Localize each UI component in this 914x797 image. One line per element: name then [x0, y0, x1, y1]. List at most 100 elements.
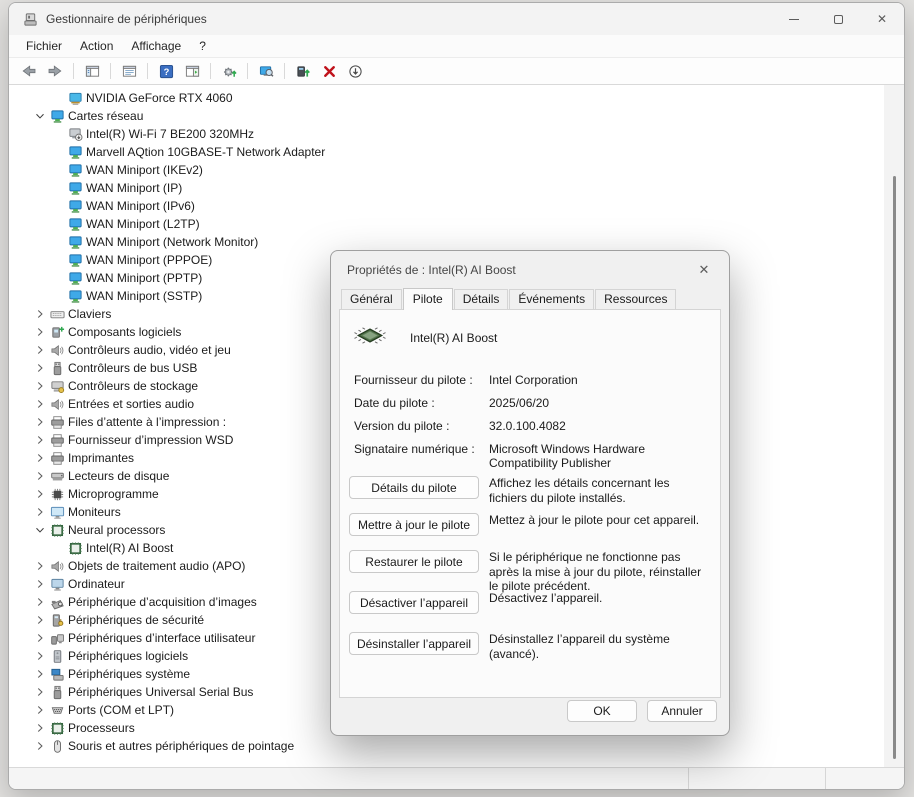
expand-chevron-icon[interactable] — [31, 593, 49, 611]
menu-action[interactable]: Action — [71, 36, 122, 56]
expand-chevron-icon[interactable] — [31, 377, 49, 395]
network-icon — [49, 108, 65, 124]
expand-chevron-icon[interactable] — [31, 503, 49, 521]
tree-item[interactable]: WAN Miniport (IPv6) — [9, 197, 882, 215]
tree-item-label: Contrôleurs audio, vidéo et jeu — [68, 343, 231, 357]
expand-chevron-icon[interactable] — [31, 449, 49, 467]
menu-?[interactable]: ? — [190, 36, 215, 56]
maximize-icon — [834, 15, 843, 24]
tree-item[interactable]: Souris et autres périphériques de pointa… — [9, 737, 882, 755]
chip-device-icon — [352, 325, 388, 352]
chevron-spacer — [49, 287, 67, 305]
network-icon — [67, 144, 83, 160]
expand-chevron-icon[interactable] — [31, 719, 49, 737]
tree-item-label: Périphériques système — [68, 667, 190, 681]
system-device-icon — [49, 666, 65, 682]
software-component-icon — [49, 324, 65, 340]
tree-item-label: Neural processors — [68, 523, 165, 537]
tree-item[interactable]: Intel(R) Wi-Fi 7 BE200 320MHz — [9, 125, 882, 143]
expand-chevron-icon[interactable] — [31, 629, 49, 647]
expand-chevron-icon[interactable] — [31, 557, 49, 575]
tree-item[interactable]: WAN Miniport (L2TP) — [9, 215, 882, 233]
uninstall-device-button[interactable] — [317, 60, 341, 82]
action-pane-button[interactable] — [180, 60, 204, 82]
field-label: Signataire numérique : — [354, 442, 489, 470]
expand-chevron-icon[interactable] — [31, 737, 49, 755]
help-button[interactable]: ? — [154, 60, 178, 82]
toolbar-separator — [247, 63, 248, 79]
tree-item[interactable]: WAN Miniport (IKEv2) — [9, 161, 882, 179]
expand-chevron-icon[interactable] — [31, 611, 49, 629]
field-label: Version du pilote : — [354, 419, 489, 433]
tree-item[interactable]: Marvell AQtion 10GBASE-T Network Adapter — [9, 143, 882, 161]
menu-affichage[interactable]: Affichage — [122, 36, 190, 56]
expand-chevron-icon[interactable] — [31, 647, 49, 665]
chevron-spacer — [49, 143, 67, 161]
tree-item[interactable]: NVIDIA GeForce RTX 4060 — [9, 89, 882, 107]
expand-chevron-icon[interactable] — [31, 575, 49, 593]
properties-button[interactable] — [117, 60, 141, 82]
network-icon — [67, 270, 83, 286]
expand-chevron-icon[interactable] — [31, 521, 49, 539]
field-label: Fournisseur du pilote : — [354, 373, 489, 387]
disable-device-button[interactable] — [343, 60, 367, 82]
network-icon — [67, 288, 83, 304]
driver-action-button[interactable]: Mettre à jour le pilote — [349, 513, 479, 536]
expand-chevron-icon[interactable] — [31, 683, 49, 701]
expand-chevron-icon[interactable] — [31, 323, 49, 341]
driver-action-button[interactable]: Détails du pilote — [349, 476, 479, 499]
expand-chevron-icon[interactable] — [31, 413, 49, 431]
close-button[interactable]: ✕ — [860, 3, 904, 35]
expand-chevron-icon[interactable] — [31, 431, 49, 449]
close-icon: ✕ — [877, 12, 887, 26]
expand-chevron-icon[interactable] — [31, 341, 49, 359]
search-computer-button[interactable] — [254, 60, 278, 82]
tree-item[interactable]: Cartes réseau — [9, 107, 882, 125]
driver-action-button[interactable]: Restaurer le pilote — [349, 550, 479, 573]
maximize-button[interactable] — [816, 3, 860, 35]
dialog-close-button[interactable]: ✕ — [693, 259, 715, 281]
tab-pilote[interactable]: Pilote — [403, 288, 453, 310]
properties-icon — [122, 64, 137, 79]
tree-item-label: Contrôleurs de bus USB — [68, 361, 197, 375]
update-driver-button[interactable] — [291, 60, 315, 82]
show-console-tree-button[interactable] — [80, 60, 104, 82]
tab-détails[interactable]: Détails — [454, 289, 509, 309]
expand-chevron-icon[interactable] — [31, 665, 49, 683]
driver-action-button[interactable]: Désactiver l’appareil — [349, 591, 479, 614]
cancel-button[interactable]: Annuler — [647, 700, 717, 722]
scan-hardware-changes-button[interactable] — [217, 60, 241, 82]
expand-chevron-icon[interactable] — [31, 359, 49, 377]
monitor-icon — [49, 504, 65, 520]
tree-item-label: WAN Miniport (PPTP) — [86, 271, 202, 285]
expand-chevron-icon[interactable] — [31, 107, 49, 125]
chip-icon — [67, 540, 83, 556]
tree-item[interactable]: WAN Miniport (IP) — [9, 179, 882, 197]
expand-chevron-icon[interactable] — [31, 305, 49, 323]
menu-fichier[interactable]: Fichier — [17, 36, 71, 56]
scrollbar-track[interactable] — [884, 85, 904, 767]
ok-button[interactable]: OK — [567, 700, 637, 722]
expand-chevron-icon[interactable] — [31, 485, 49, 503]
scrollbar-thumb[interactable] — [893, 176, 896, 759]
expand-chevron-icon[interactable] — [31, 395, 49, 413]
back-button[interactable] — [17, 60, 41, 82]
tab-événements[interactable]: Événements — [509, 289, 594, 309]
tab-général[interactable]: Général — [341, 289, 402, 309]
expand-chevron-icon[interactable] — [31, 701, 49, 719]
dialog-footer: OK Annuler — [331, 700, 717, 722]
computer-icon — [49, 576, 65, 592]
tree-item[interactable]: WAN Miniport (Network Monitor) — [9, 233, 882, 251]
minimize-button[interactable] — [772, 3, 816, 35]
driver-action-button[interactable]: Désinstaller l’appareil — [349, 632, 479, 655]
driver-action-description: Affichez les détails concernant les fich… — [489, 476, 710, 505]
status-section — [9, 768, 689, 789]
expand-chevron-icon[interactable] — [31, 467, 49, 485]
chevron-spacer — [49, 89, 67, 107]
driver-field-row: Signataire numérique :Microsoft Windows … — [354, 442, 706, 470]
forward-button[interactable] — [43, 60, 67, 82]
field-label: Date du pilote : — [354, 396, 489, 410]
chevron-spacer — [49, 539, 67, 557]
driver-action-description: Désinstallez l’appareil du système (avan… — [489, 632, 710, 661]
tab-ressources[interactable]: Ressources — [595, 289, 676, 309]
